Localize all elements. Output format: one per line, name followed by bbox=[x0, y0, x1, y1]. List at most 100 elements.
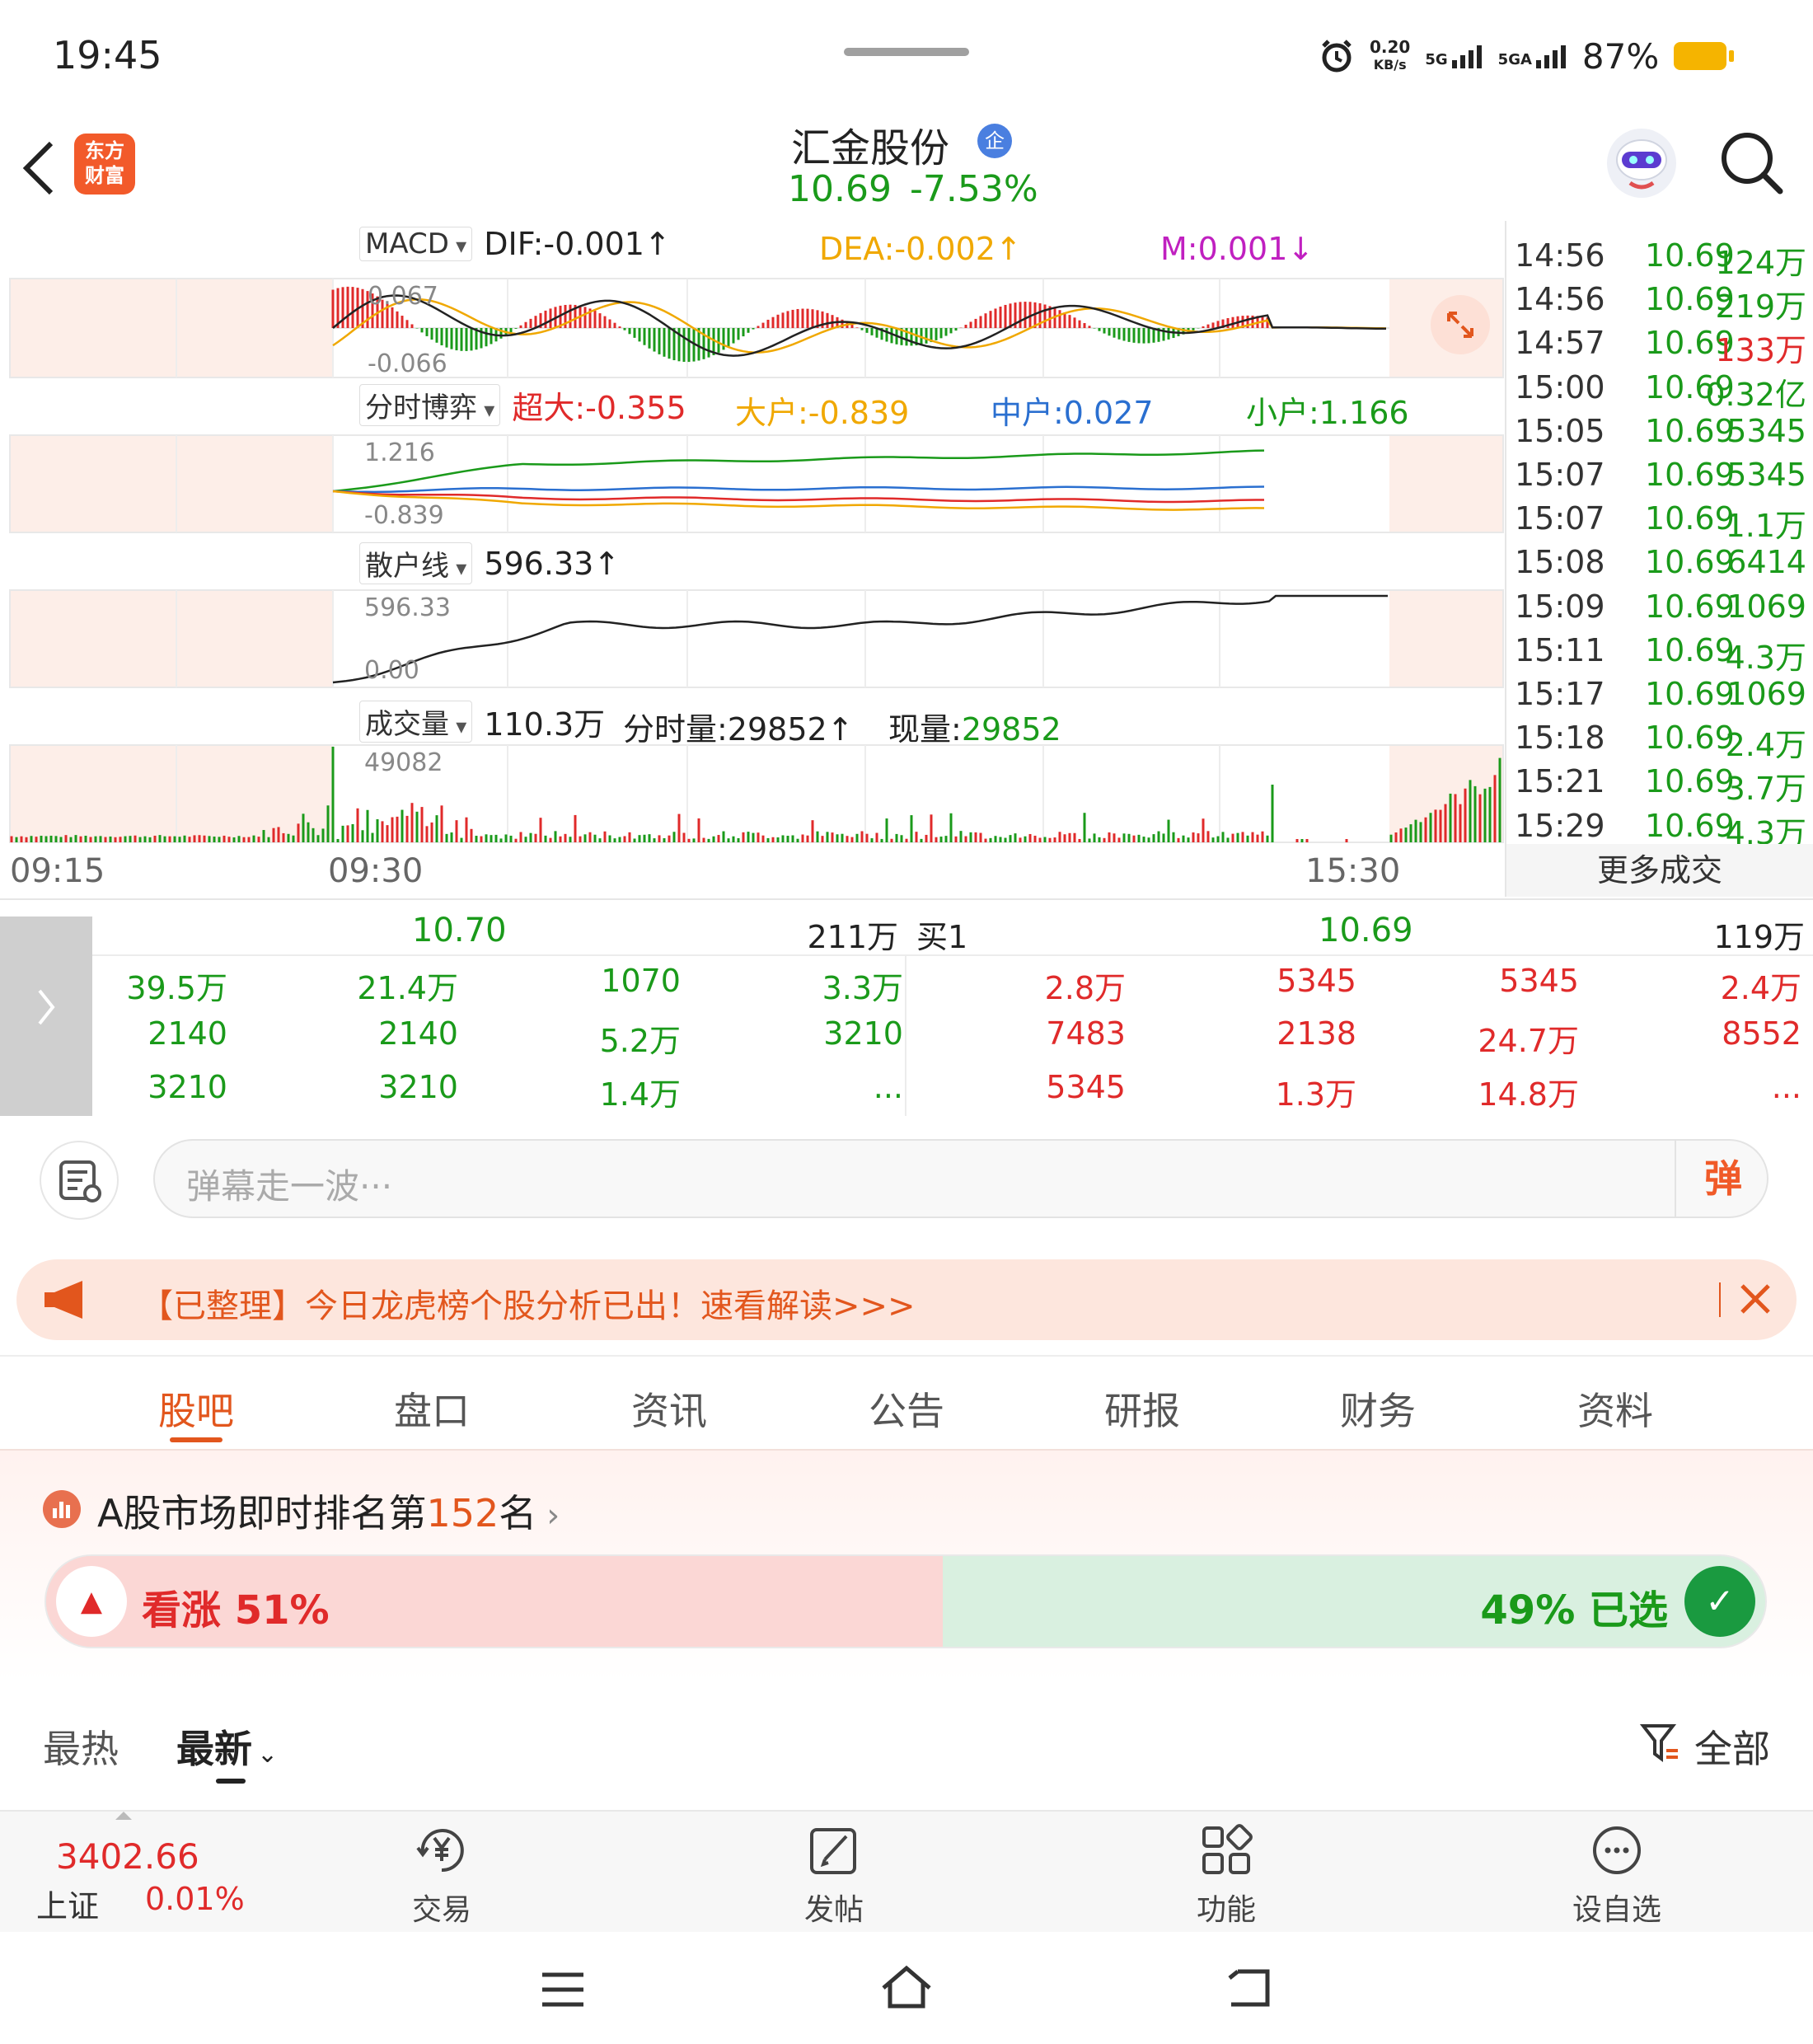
announcement-banner[interactable]: 【已整理】今日龙虎榜个股分析已出！速看解读>>> bbox=[16, 1259, 1797, 1340]
battery-percent: 87% bbox=[1581, 35, 1660, 77]
add-watchlist-button[interactable]: 设自选 bbox=[1534, 1820, 1699, 1929]
status-bar: 19:45 0.20 KB/s 5G 5GA 87% bbox=[0, 0, 1813, 115]
trade-price: 10.69 bbox=[1645, 807, 1735, 844]
macd-selector[interactable]: MACD bbox=[359, 227, 473, 261]
dif-line bbox=[332, 294, 1386, 357]
divider bbox=[1719, 1282, 1721, 1317]
tab-research[interactable]: 研报 bbox=[1060, 1381, 1225, 1436]
sell-order-cell: 2140 bbox=[378, 1015, 458, 1052]
flow-panel bbox=[332, 449, 1265, 511]
robot-assistant-icon[interactable] bbox=[1602, 124, 1681, 203]
tab-indicator bbox=[170, 1437, 223, 1442]
volume-axis-top: 49082 bbox=[364, 748, 443, 777]
sell-order-cell: 21.4万 bbox=[357, 970, 458, 1006]
post-market-shade bbox=[1389, 435, 1503, 532]
buy-order-cell: 2138 bbox=[1277, 1015, 1356, 1052]
trade-row: 15:11 10.69 4.3万 bbox=[1515, 632, 1813, 676]
trade-time: 15:05 bbox=[1515, 412, 1605, 449]
danmaku-send-button[interactable]: 弹 bbox=[1675, 1141, 1770, 1217]
search-icon[interactable] bbox=[1716, 127, 1785, 196]
panel-backgrounds bbox=[9, 278, 1504, 843]
trade-time: 14:57 bbox=[1515, 325, 1605, 362]
status-icons: 0.20 KB/s 5G 5GA 87% bbox=[1319, 33, 1735, 79]
status-time: 19:45 bbox=[53, 33, 162, 77]
trade-list[interactable]: 14:56 10.69 124万 14:56 10.69 219万 14:57 10.69 13… bbox=[1505, 221, 1813, 856]
time-label: 15:30 bbox=[1305, 852, 1401, 890]
trade-volume: 6414 bbox=[1726, 544, 1806, 581]
flow-selector[interactable]: 分时博弈 bbox=[359, 384, 501, 426]
trade-label: 交易 bbox=[411, 1893, 471, 1927]
flow-medium: 中户:0.027 bbox=[991, 395, 1154, 431]
trade-volume: 4.3万 bbox=[1725, 639, 1806, 676]
pre-market-shade bbox=[10, 590, 333, 687]
tab-pankou[interactable]: 盘口 bbox=[349, 1381, 514, 1436]
danmaku-row: 弹幕走一波··· 弹 bbox=[0, 1129, 1813, 1220]
macd-axis-bottom: -0.066 bbox=[368, 349, 447, 378]
index-value[interactable]: 3402.66 bbox=[56, 1836, 199, 1877]
trade-row: 14:56 10.69 124万 bbox=[1515, 237, 1813, 281]
post-market-shade bbox=[1389, 590, 1503, 687]
tab-finance[interactable]: 财务 bbox=[1295, 1381, 1460, 1436]
back-nav-icon[interactable] bbox=[1226, 1967, 1272, 2009]
sort-newest[interactable]: 最新 ⌄ bbox=[176, 1719, 278, 1774]
volume-header: 成交量 110.3万 bbox=[359, 699, 605, 744]
ranking-number: 152 bbox=[426, 1491, 499, 1535]
trade-row: 15:18 10.69 2.4万 bbox=[1515, 720, 1813, 763]
bar-chart-icon bbox=[53, 1502, 70, 1518]
order-grid: 39.5万 21.4万 1070 3.3万 2140 2140 5.2万 3210 3210 32… bbox=[0, 900, 1813, 1116]
trade-button[interactable]: 交易 bbox=[359, 1820, 524, 1929]
functions-button[interactable]: 功能 bbox=[1144, 1820, 1309, 1929]
flow-header: 分时博弈 超大:-0.355 bbox=[359, 382, 686, 428]
time-axis: 09:15 09:30 15:30 bbox=[0, 849, 1505, 897]
tab-news[interactable]: 资讯 bbox=[587, 1381, 752, 1436]
stock-name[interactable]: 汇金股份 bbox=[791, 115, 949, 173]
chevron-down-icon: ⌄ bbox=[257, 1740, 279, 1769]
trade-price: 10.69 bbox=[1645, 631, 1735, 668]
app-logo[interactable]: 东方 财富 bbox=[74, 134, 135, 195]
signal-bars-icon bbox=[1535, 45, 1566, 68]
buy-order-cell: 2.8万 bbox=[1044, 970, 1126, 1006]
filter-all[interactable]: 全部 bbox=[1694, 1719, 1770, 1774]
filter-icon[interactable] bbox=[1640, 1721, 1681, 1767]
retail-axis-top: 596.33 bbox=[364, 593, 451, 622]
buy-order-cell: 2.4万 bbox=[1720, 970, 1801, 1006]
vote-up-label: 看涨 51% bbox=[142, 1587, 330, 1634]
sort-indicator bbox=[216, 1779, 246, 1784]
trade-time: 14:56 bbox=[1515, 281, 1605, 318]
trade-row: 15:07 10.69 1.1万 bbox=[1515, 500, 1813, 544]
more-trades-button[interactable]: 更多成交 bbox=[1505, 844, 1813, 897]
retail-selector[interactable]: 散户线 bbox=[359, 542, 473, 584]
buy-order-cell: ... bbox=[1771, 1069, 1801, 1105]
trade-volume: 5345 bbox=[1726, 457, 1806, 493]
tab-announcements[interactable]: 公告 bbox=[824, 1381, 989, 1436]
chart-canvas[interactable] bbox=[0, 221, 1505, 897]
tab-profile[interactable]: 资料 bbox=[1533, 1381, 1698, 1436]
vote-up-button[interactable]: ▲ bbox=[56, 1566, 127, 1637]
intraday-chart: MACD DIF:-0.001↑ DEA:-0.002↑ M:0.001↓ 0.… bbox=[0, 221, 1505, 897]
small-order-line bbox=[332, 449, 1265, 493]
check-icon[interactable]: ✓ bbox=[1684, 1566, 1755, 1637]
buy-order-cell: 24.7万 bbox=[1478, 1023, 1579, 1059]
sort-hot[interactable]: 最热 bbox=[43, 1719, 119, 1774]
danmaku-input[interactable] bbox=[153, 1139, 1768, 1218]
home-icon[interactable] bbox=[878, 1963, 935, 2013]
drag-handle[interactable] bbox=[844, 48, 969, 56]
volume-selector[interactable]: 成交量 bbox=[359, 701, 473, 743]
danmaku-settings-button[interactable] bbox=[40, 1141, 119, 1220]
post-button[interactable]: 发帖 bbox=[752, 1820, 916, 1929]
danmaku-settings-icon bbox=[59, 1160, 101, 1202]
functions-label: 功能 bbox=[1196, 1893, 1256, 1927]
buy-order-cell: 5345 bbox=[1277, 963, 1356, 999]
menu-icon[interactable] bbox=[541, 1971, 585, 2008]
tab-guba[interactable]: 股吧 bbox=[114, 1381, 279, 1436]
expand-chart-button[interactable] bbox=[1431, 295, 1490, 354]
trade-volume: 3.7万 bbox=[1725, 771, 1806, 808]
banner-close-button[interactable] bbox=[1731, 1274, 1780, 1324]
market-ranking-link[interactable]: A股市场即时排名第152名 › bbox=[97, 1484, 560, 1538]
trade-time: 15:21 bbox=[1515, 763, 1605, 800]
signal-bars-icon bbox=[1451, 45, 1482, 68]
system-navigation bbox=[0, 1932, 1813, 2044]
buy-order-cell: 1.3万 bbox=[1275, 1076, 1356, 1113]
back-button[interactable] bbox=[18, 135, 68, 201]
chevron-left-icon bbox=[22, 141, 54, 195]
